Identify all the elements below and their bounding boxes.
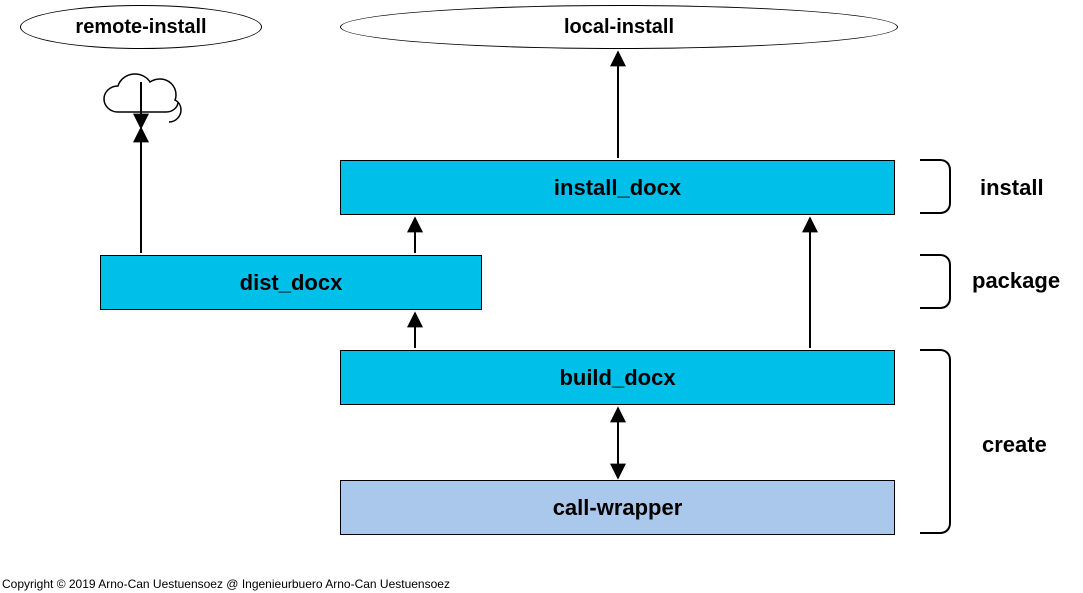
node-call-wrapper: call-wrapper [340,480,895,535]
node-dist-docx-label: dist_docx [240,270,343,296]
phase-create-label: create [982,432,1047,458]
phase-install-label: install [980,175,1044,201]
node-remote-install: remote-install [20,5,262,49]
phase-package-label: package [972,268,1060,294]
node-build-docx-label: build_docx [559,365,675,391]
node-install-docx-label: install_docx [554,175,681,201]
node-dist-docx: dist_docx [100,255,482,310]
node-call-wrapper-label: call-wrapper [553,495,683,521]
cloud-icon [104,74,181,122]
node-local-install-label: local-install [564,16,674,39]
node-local-install: local-install [340,5,898,49]
copyright-text: Copyright © 2019 Arno-Can Uestuensoez @ … [2,577,450,591]
node-remote-install-label: remote-install [75,16,206,39]
node-install-docx: install_docx [340,160,895,215]
node-build-docx: build_docx [340,350,895,405]
